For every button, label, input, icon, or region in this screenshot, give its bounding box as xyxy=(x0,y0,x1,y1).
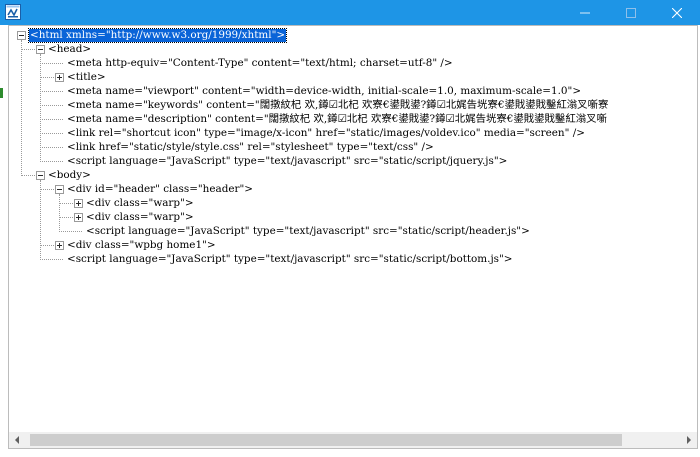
expand-icon[interactable] xyxy=(55,241,64,250)
minimize-icon xyxy=(580,12,590,13)
tree-node-label: <div id="header" class="header"> xyxy=(67,183,253,195)
scrollbar-thumb[interactable] xyxy=(30,434,622,446)
tree-connector xyxy=(40,161,63,162)
tree-node-head[interactable]: <head> xyxy=(10,43,696,56)
tree-connector xyxy=(21,175,35,176)
tree-node-label: <script language="JavaScript" type="text… xyxy=(67,155,508,167)
tree-node-script-bottom[interactable]: <script language="JavaScript" type="text… xyxy=(10,253,696,266)
expand-icon[interactable] xyxy=(74,213,83,222)
tree-node-label: <link href="static/style/style.css" rel=… xyxy=(67,141,434,153)
title-bar xyxy=(0,0,700,25)
scroll-right-button[interactable] xyxy=(681,432,697,448)
tree-connector xyxy=(40,77,54,78)
minimize-button[interactable] xyxy=(562,0,608,25)
tree-node-html[interactable]: <html xmlns="http://www.w3.org/1999/xhtm… xyxy=(10,28,696,43)
tree-connector xyxy=(40,133,63,134)
tree-node-label: <script language="JavaScript" type="text… xyxy=(86,225,530,237)
maximize-icon xyxy=(626,7,636,18)
tree-node-label: <link rel="shortcut icon" type="image/x-… xyxy=(67,127,585,139)
collapse-icon[interactable] xyxy=(36,171,45,180)
close-button[interactable] xyxy=(654,0,700,25)
scroll-left-button[interactable] xyxy=(9,432,25,448)
tree-node-title[interactable]: <title> xyxy=(10,71,696,84)
tree-node-meta-content-type[interactable]: <meta http-equiv="Content-Type" content=… xyxy=(10,57,696,70)
expand-icon[interactable] xyxy=(55,73,64,82)
tree-connector xyxy=(40,119,63,120)
tree-node-label: <body> xyxy=(48,169,91,181)
tree-connector xyxy=(59,217,73,218)
tree-node-div-warp-1[interactable]: <div class="warp"> xyxy=(10,197,696,210)
tree-node-label: <meta name="description" content="闊撴紋杞 欢… xyxy=(67,113,607,125)
tree-node-label: <div class="wpbg home1"> xyxy=(67,239,216,251)
collapse-icon[interactable] xyxy=(36,45,45,54)
tree-node-label: <meta name="viewport" content="width=dev… xyxy=(67,85,582,97)
scroll-left-icon xyxy=(15,436,19,444)
tree-node-label: <div class="warp"> xyxy=(86,197,194,209)
tree-connector xyxy=(59,203,73,204)
tree-node-label: <div class="warp"> xyxy=(86,211,194,223)
maximize-button[interactable] xyxy=(608,0,654,25)
tree-node-div-header[interactable]: <div id="header" class="header"> xyxy=(10,183,696,196)
scroll-right-icon xyxy=(687,436,691,444)
background-window-edge xyxy=(0,88,3,98)
horizontal-scrollbar[interactable] xyxy=(9,432,697,448)
tree-node-div-wpbg[interactable]: <div class="wpbg home1"> xyxy=(10,239,696,252)
tree-connector xyxy=(59,231,82,232)
tree-node-label: <meta http-equiv="Content-Type" content=… xyxy=(67,57,453,69)
collapse-icon[interactable] xyxy=(55,185,64,194)
tree-node-div-warp-2[interactable]: <div class="warp"> xyxy=(10,211,696,224)
xml-tree-view[interactable]: <html xmlns="http://www.w3.org/1999/xhtm… xyxy=(10,28,696,433)
tree-node-label: <head> xyxy=(48,43,92,55)
tree-connector xyxy=(40,63,63,64)
tree-node-meta-viewport[interactable]: <meta name="viewport" content="width=dev… xyxy=(10,85,696,98)
tree-node-script-jquery[interactable]: <script language="JavaScript" type="text… xyxy=(10,155,696,168)
tree-node-label: <html xmlns="http://www.w3.org/1999/xhtm… xyxy=(27,28,288,43)
tree-node-link-style[interactable]: <link href="static/style/style.css" rel=… xyxy=(10,141,696,154)
tree-connector xyxy=(40,189,54,190)
tree-node-meta-description[interactable]: <meta name="description" content="闊撴紋杞 欢… xyxy=(10,113,696,126)
tree-connector xyxy=(40,147,63,148)
tree-connector xyxy=(40,245,54,246)
tree-node-label: <script language="JavaScript" type="text… xyxy=(67,253,513,265)
tree-node-body[interactable]: <body> xyxy=(10,169,696,182)
tree-node-link-icon[interactable]: <link rel="shortcut icon" type="image/x-… xyxy=(10,127,696,140)
expand-icon[interactable] xyxy=(74,199,83,208)
collapse-icon[interactable] xyxy=(17,31,26,40)
close-icon xyxy=(672,7,682,18)
tree-connector xyxy=(40,105,63,106)
tree-node-script-header[interactable]: <script language="JavaScript" type="text… xyxy=(10,225,696,238)
tree-node-label: <meta name="keywords" content="闊撴紋杞 欢,鐏☑… xyxy=(67,99,609,111)
xml-editor-icon xyxy=(5,4,21,20)
tree-node-meta-keywords[interactable]: <meta name="keywords" content="闊撴紋杞 欢,鐏☑… xyxy=(10,99,696,112)
tree-connector xyxy=(40,259,63,260)
tree-connector xyxy=(40,91,63,92)
tree-connector xyxy=(21,49,35,50)
tree-node-label: <title> xyxy=(67,71,106,83)
